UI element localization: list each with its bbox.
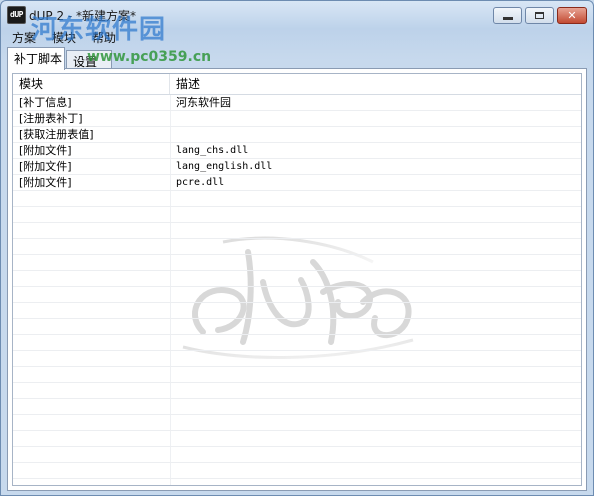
empty-table-row — [13, 207, 581, 223]
maximize-icon — [535, 12, 544, 19]
minimize-button[interactable] — [493, 7, 522, 24]
empty-table-row — [13, 399, 581, 415]
empty-table-row — [13, 335, 581, 351]
table-row[interactable]: [附加文件] lang_chs.dll — [13, 143, 581, 159]
row-description: lang_english.dll — [176, 161, 273, 172]
empty-table-row — [13, 303, 581, 319]
row-description: pcre.dll — [176, 177, 225, 188]
row-module: [注册表补丁] — [19, 112, 83, 125]
row-description — [170, 111, 581, 127]
empty-table-row — [13, 463, 581, 479]
empty-table-row — [13, 223, 581, 239]
column-header-module[interactable]: 模块 — [13, 74, 170, 94]
empty-table-row — [13, 447, 581, 463]
table-row[interactable]: [附加文件] lang_english.dll — [13, 159, 581, 175]
row-module: [补丁信息] — [19, 96, 72, 109]
empty-table-row — [13, 351, 581, 367]
empty-table-row — [13, 367, 581, 383]
empty-table-row — [13, 255, 581, 271]
empty-rows — [13, 191, 581, 479]
module-list[interactable]: 模块 描述 [补丁信息] 河东软件园 [注册表补丁] [获取注册表值] [附加文… — [12, 73, 582, 486]
empty-table-row — [13, 271, 581, 287]
row-description: lang_chs.dll — [176, 145, 249, 156]
empty-table-row — [13, 415, 581, 431]
row-description: 河东软件园 — [176, 96, 231, 109]
tab-panel: 模块 描述 [补丁信息] 河东软件园 [注册表补丁] [获取注册表值] [附加文… — [7, 68, 587, 491]
row-module: [附加文件] — [19, 176, 72, 189]
table-row[interactable]: [补丁信息] 河东软件园 — [13, 95, 581, 111]
column-header-description[interactable]: 描述 — [170, 74, 581, 94]
row-description — [170, 127, 581, 143]
app-icon[interactable]: dUP — [7, 6, 26, 24]
empty-table-row — [13, 383, 581, 399]
minimize-icon — [502, 17, 513, 20]
close-button[interactable]: ✕ — [557, 7, 587, 24]
empty-table-row — [13, 319, 581, 335]
list-rows: [补丁信息] 河东软件园 [注册表补丁] [获取注册表值] [附加文件] lan… — [13, 95, 581, 479]
tab-patch-script[interactable]: 补丁脚本 — [7, 47, 65, 70]
table-row[interactable]: [获取注册表值] — [13, 127, 581, 143]
empty-table-row — [13, 287, 581, 303]
list-header: 模块 描述 — [13, 74, 581, 95]
empty-table-row — [13, 431, 581, 447]
app-window: dUP dUP 2 - *新建方案* ✕ 方案 模块 帮助 补丁脚本 设置 模块… — [0, 0, 594, 496]
empty-table-row — [13, 239, 581, 255]
row-module: [获取注册表值] — [19, 128, 94, 141]
table-row[interactable]: [附加文件] pcre.dll — [13, 175, 581, 191]
row-module: [附加文件] — [19, 160, 72, 173]
empty-table-row — [13, 191, 581, 207]
watermark-site-name: 河东软件园 — [31, 15, 167, 45]
table-row[interactable]: [注册表补丁] — [13, 111, 581, 127]
maximize-button[interactable] — [525, 7, 554, 24]
watermark-url: www.pc0359.cn — [87, 49, 212, 65]
row-module: [附加文件] — [19, 144, 72, 157]
close-icon: ✕ — [567, 9, 577, 22]
